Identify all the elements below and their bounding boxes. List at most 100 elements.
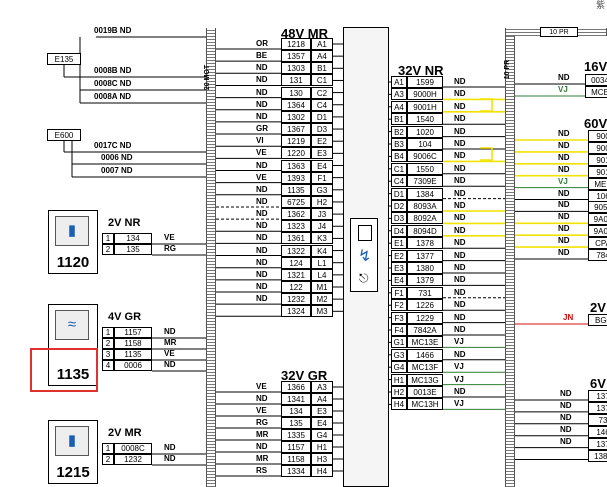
row-wire: 1363: [281, 159, 311, 172]
row-pin: D1: [391, 187, 407, 200]
connector-title: 2V MR: [108, 427, 142, 439]
row-pin: H1: [311, 441, 333, 453]
row-color: ND: [560, 424, 572, 434]
row-color: ND: [558, 200, 570, 210]
row-pin: M2: [311, 293, 333, 306]
row-pin: C1: [391, 162, 407, 175]
row-pin: F1: [391, 286, 407, 299]
row-color: ND: [454, 151, 466, 161]
pin-number: 3: [102, 349, 114, 360]
row-pin: A3: [391, 88, 407, 101]
row-pin: C2: [311, 86, 333, 99]
component-number: 1215: [56, 464, 90, 481]
pin-color: ND: [164, 360, 176, 369]
row-wire: 1157: [281, 441, 311, 453]
row-wire: 1334: [281, 465, 311, 477]
left-wire-label: 0019B ND: [94, 26, 132, 35]
row-color: ND: [558, 236, 570, 246]
rotated-10pr: 10 PR: [504, 59, 512, 80]
row-color: VJ: [454, 362, 464, 372]
row-wire: 137: [588, 437, 607, 450]
row-wire: 124: [281, 256, 311, 269]
row-color: ND: [256, 184, 268, 194]
row-wire: 9A02: [588, 213, 607, 226]
row-wire: 104: [407, 138, 443, 150]
row-pin: D1: [311, 110, 333, 123]
hatched-bar-right: [505, 28, 515, 487]
row-wire: 122: [281, 281, 311, 293]
connector-title: 2V NR: [108, 217, 141, 229]
row-color: ND: [454, 201, 466, 210]
row-wire: 1361: [281, 232, 311, 245]
row-color: ND: [256, 87, 268, 97]
splice-e135: E135: [47, 53, 81, 65]
row-color: ND: [256, 221, 268, 231]
row-pin: B1: [391, 113, 407, 126]
row-color: VJ: [454, 337, 464, 347]
pin-color: MR: [164, 338, 177, 347]
row-wire: 1466: [407, 348, 443, 361]
row-color: ND: [454, 163, 466, 173]
row-wire: 135: [281, 417, 311, 429]
row-pin: E2: [311, 135, 333, 148]
row-wire: 1380: [407, 262, 443, 274]
row-color: ND: [454, 275, 466, 285]
left-wire-label: 0007 ND: [101, 166, 133, 175]
connector-60v-title: 60V: [584, 116, 607, 131]
pin-number: 2: [102, 244, 114, 255]
pin-number: 1: [102, 327, 114, 338]
row-color: ND: [454, 225, 466, 235]
row-wire: 137: [588, 390, 607, 402]
chip-icon: [358, 225, 372, 241]
row-wire: 1341: [281, 393, 311, 405]
row-wire: 9053: [588, 201, 607, 214]
row-pin: H2: [391, 386, 407, 398]
row-wire: 1322: [281, 244, 311, 257]
row-wire: 1158: [281, 453, 311, 465]
row-pin: H4: [391, 398, 407, 411]
pin-color: ND: [164, 443, 176, 452]
row-pin: C1: [311, 74, 333, 87]
row-wire: 1393: [281, 171, 311, 184]
row-color: ND: [256, 442, 268, 451]
row-pin: K3: [311, 232, 333, 245]
row-color: ND: [256, 282, 268, 291]
row-wire: 901: [588, 153, 607, 166]
row-color: ND: [558, 212, 570, 222]
row-wire: 1226: [407, 299, 443, 312]
row-color: ND: [558, 164, 570, 174]
row-pin: G1: [391, 336, 407, 349]
row-wire: 9A03: [588, 225, 607, 238]
row-wire: 1357: [281, 50, 311, 63]
row-pin: E3: [311, 147, 333, 160]
row-color: VE: [256, 172, 267, 182]
row-wire: 9006C: [407, 150, 443, 163]
row-wire: MC13G: [407, 373, 443, 386]
row-wire: MEE: [588, 177, 607, 190]
row-wire: 1229: [407, 311, 443, 324]
row-wire: BG0: [588, 314, 607, 326]
component-1215: ▮ 1215: [48, 420, 98, 484]
row-wire: 1303: [281, 62, 311, 75]
row-color: ND: [256, 99, 268, 109]
pin-number: 1: [102, 233, 114, 244]
row-wire: 146: [588, 425, 607, 438]
row-color: VJ: [454, 374, 464, 384]
row-pin: C4: [391, 175, 407, 188]
row-wire: MCE: [585, 86, 607, 98]
wiring-diagram: 10 PR 紫 20 MOT 10 PR 0019B ND 0008B ND 0008C N…: [0, 0, 607, 487]
row-wire: 1377: [407, 249, 443, 262]
row-color: ND: [558, 73, 570, 82]
row-wire: 1540: [407, 113, 443, 126]
row-wire: 1020: [407, 125, 443, 138]
component-1120: ▮ 1120: [48, 210, 98, 274]
row-pin: E3: [311, 405, 333, 417]
row-color: ND: [558, 188, 570, 198]
row-wire: 1366: [281, 381, 311, 393]
row-pin: A4: [311, 393, 333, 405]
row-wire: 8093A: [407, 200, 443, 212]
row-wire: 6725: [281, 195, 311, 208]
connector-2v-title: 2V: [590, 300, 606, 315]
row-pin: G4: [311, 429, 333, 441]
row-pin: J4: [311, 220, 333, 233]
